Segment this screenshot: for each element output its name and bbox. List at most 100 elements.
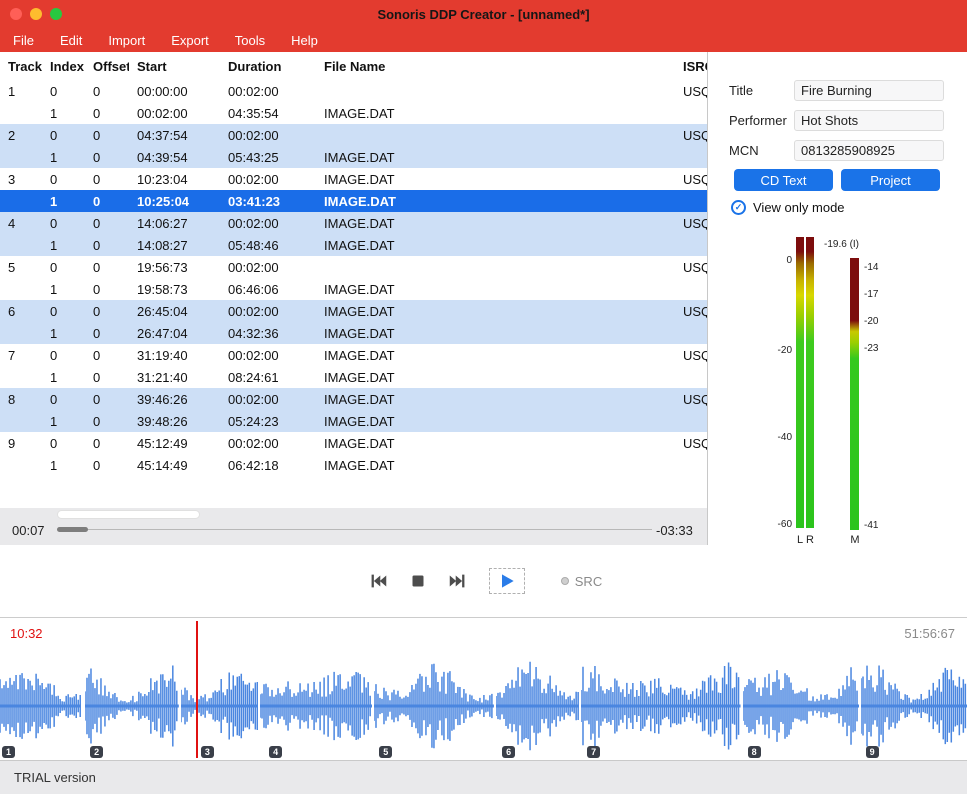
cell-duration: 06:46:06 xyxy=(220,282,316,297)
play-button[interactable] xyxy=(489,568,525,594)
track-marker-5[interactable]: 5 xyxy=(379,746,392,758)
cell-start: 26:45:04 xyxy=(129,304,220,319)
waveform-segment[interactable]: 9 xyxy=(861,656,967,756)
column-header-duration[interactable]: Duration xyxy=(220,59,316,74)
column-header-file[interactable]: File Name xyxy=(316,59,675,74)
waveform-segment[interactable]: 5 xyxy=(374,656,494,756)
waveform-svg xyxy=(374,656,494,756)
waveform-segment[interactable]: 1 xyxy=(0,656,81,756)
horizontal-scrollbar-thumb[interactable] xyxy=(57,510,200,519)
track-marker-9[interactable]: 9 xyxy=(866,746,879,758)
minimize-button[interactable] xyxy=(30,8,42,20)
table-row[interactable]: 50019:56:7300:02:00USQ xyxy=(0,256,707,278)
menu-import[interactable]: Import xyxy=(95,28,158,52)
track-marker-4[interactable]: 4 xyxy=(269,746,282,758)
cell-index: 0 xyxy=(42,172,85,187)
table-row[interactable]: 20004:37:5400:02:00USQ xyxy=(0,124,707,146)
table-row[interactable]: 10000:00:0000:02:00USQ xyxy=(0,80,707,102)
table-row[interactable]: 1004:39:5405:43:25IMAGE.DAT xyxy=(0,146,707,168)
cell-start: 31:21:40 xyxy=(129,370,220,385)
waveform-segment[interactable]: 2 xyxy=(85,656,179,756)
column-header-track[interactable]: Track xyxy=(0,59,42,74)
previous-track-button[interactable] xyxy=(365,569,391,593)
waveform-segment[interactable]: 6 xyxy=(496,656,579,756)
table-row[interactable]: 1000:02:0004:35:54IMAGE.DAT xyxy=(0,102,707,124)
seek-slider-thumb[interactable] xyxy=(57,527,88,532)
playhead-time: 10:32 xyxy=(10,626,43,641)
track-marker-2[interactable]: 2 xyxy=(90,746,103,758)
waveform-segment[interactable]: 3 xyxy=(181,656,258,756)
table-row[interactable]: 1045:14:4906:42:18IMAGE.DAT xyxy=(0,454,707,476)
skip-forward-icon xyxy=(447,570,469,592)
table-row[interactable]: 1010:25:0403:41:23IMAGE.DAT xyxy=(0,190,707,212)
waveform-svg xyxy=(0,656,81,756)
cell-start: 39:48:26 xyxy=(129,414,220,429)
cell-index: 0 xyxy=(42,348,85,363)
column-header-start[interactable]: Start xyxy=(129,59,220,74)
table-row[interactable]: 1039:48:2605:24:23IMAGE.DAT xyxy=(0,410,707,432)
table-row[interactable]: 1026:47:0404:32:36IMAGE.DAT xyxy=(0,322,707,344)
cell-offset: 0 xyxy=(85,150,129,165)
waveform-segment[interactable]: 7 xyxy=(581,656,741,756)
cell-isrc: USQ xyxy=(675,216,707,231)
cell-file: IMAGE.DAT xyxy=(316,414,675,429)
remaining-time: -03:33 xyxy=(656,523,693,538)
column-header-offset[interactable]: Offset xyxy=(85,59,129,74)
track-marker-3[interactable]: 3 xyxy=(201,746,214,758)
next-track-button[interactable] xyxy=(445,569,471,593)
menu-edit[interactable]: Edit xyxy=(47,28,95,52)
seek-slider-track[interactable] xyxy=(57,529,652,530)
stop-button[interactable] xyxy=(405,569,431,593)
src-toggle[interactable]: SRC xyxy=(561,574,602,589)
column-header-index[interactable]: Index xyxy=(42,59,85,74)
cell-duration: 00:02:00 xyxy=(220,260,316,275)
cell-offset: 0 xyxy=(85,238,129,253)
zoom-button[interactable] xyxy=(50,8,62,20)
elapsed-time: 00:07 xyxy=(12,523,45,538)
column-header-isrc[interactable]: ISRC xyxy=(675,59,707,74)
table-row[interactable]: 1014:08:2705:48:46IMAGE.DAT xyxy=(0,234,707,256)
cell-duration: 00:02:00 xyxy=(220,392,316,407)
cell-duration: 06:42:18 xyxy=(220,458,316,473)
cell-duration: 03:41:23 xyxy=(220,194,316,209)
waveform-segment[interactable]: 4 xyxy=(260,656,372,756)
level-meters: 0-20-40-60-14-17-20-23-41-19.6 (I)LRM xyxy=(708,52,967,545)
menu-tools[interactable]: Tools xyxy=(222,28,278,52)
cell-offset: 0 xyxy=(85,282,129,297)
cell-start: 10:25:04 xyxy=(129,194,220,209)
cell-track: 2 xyxy=(0,128,42,143)
table-row[interactable]: 1031:21:4008:24:61IMAGE.DAT xyxy=(0,366,707,388)
cell-offset: 0 xyxy=(85,106,129,121)
track-marker-6[interactable]: 6 xyxy=(502,746,515,758)
cell-offset: 0 xyxy=(85,348,129,363)
table-row[interactable]: 1019:58:7306:46:06IMAGE.DAT xyxy=(0,278,707,300)
close-button[interactable] xyxy=(10,8,22,20)
table-row[interactable]: 40014:06:2700:02:00IMAGE.DATUSQ xyxy=(0,212,707,234)
waveform-area[interactable]: 1 2 3 4 5 6 7 8 9 xyxy=(0,656,967,756)
cell-start: 31:19:40 xyxy=(129,348,220,363)
src-label: SRC xyxy=(575,574,602,589)
menu-export[interactable]: Export xyxy=(158,28,222,52)
track-marker-8[interactable]: 8 xyxy=(748,746,761,758)
menu-help[interactable]: Help xyxy=(278,28,331,52)
track-marker-7[interactable]: 7 xyxy=(587,746,600,758)
meter-bar-left xyxy=(796,237,804,528)
track-marker-1[interactable]: 1 xyxy=(2,746,15,758)
menu-file[interactable]: File xyxy=(0,28,47,52)
table-row[interactable]: 60026:45:0400:02:00IMAGE.DATUSQ xyxy=(0,300,707,322)
transport-bar: SRC xyxy=(0,545,967,617)
cell-duration: 00:02:00 xyxy=(220,84,316,99)
waveform-segment[interactable]: 8 xyxy=(743,656,859,756)
cell-track: 8 xyxy=(0,392,42,407)
cell-duration: 00:02:00 xyxy=(220,436,316,451)
waveform-svg xyxy=(496,656,579,756)
cell-duration: 00:02:00 xyxy=(220,216,316,231)
table-row[interactable]: 30010:23:0400:02:00IMAGE.DATUSQ xyxy=(0,168,707,190)
playhead-line xyxy=(196,621,198,758)
cell-file: IMAGE.DAT xyxy=(316,348,675,363)
cell-isrc: USQ xyxy=(675,304,707,319)
table-row[interactable]: 90045:12:4900:02:00IMAGE.DATUSQ xyxy=(0,432,707,454)
menu-bar: FileEditImportExportToolsHelp xyxy=(0,28,967,52)
table-row[interactable]: 80039:46:2600:02:00IMAGE.DATUSQ xyxy=(0,388,707,410)
table-row[interactable]: 70031:19:4000:02:00IMAGE.DATUSQ xyxy=(0,344,707,366)
